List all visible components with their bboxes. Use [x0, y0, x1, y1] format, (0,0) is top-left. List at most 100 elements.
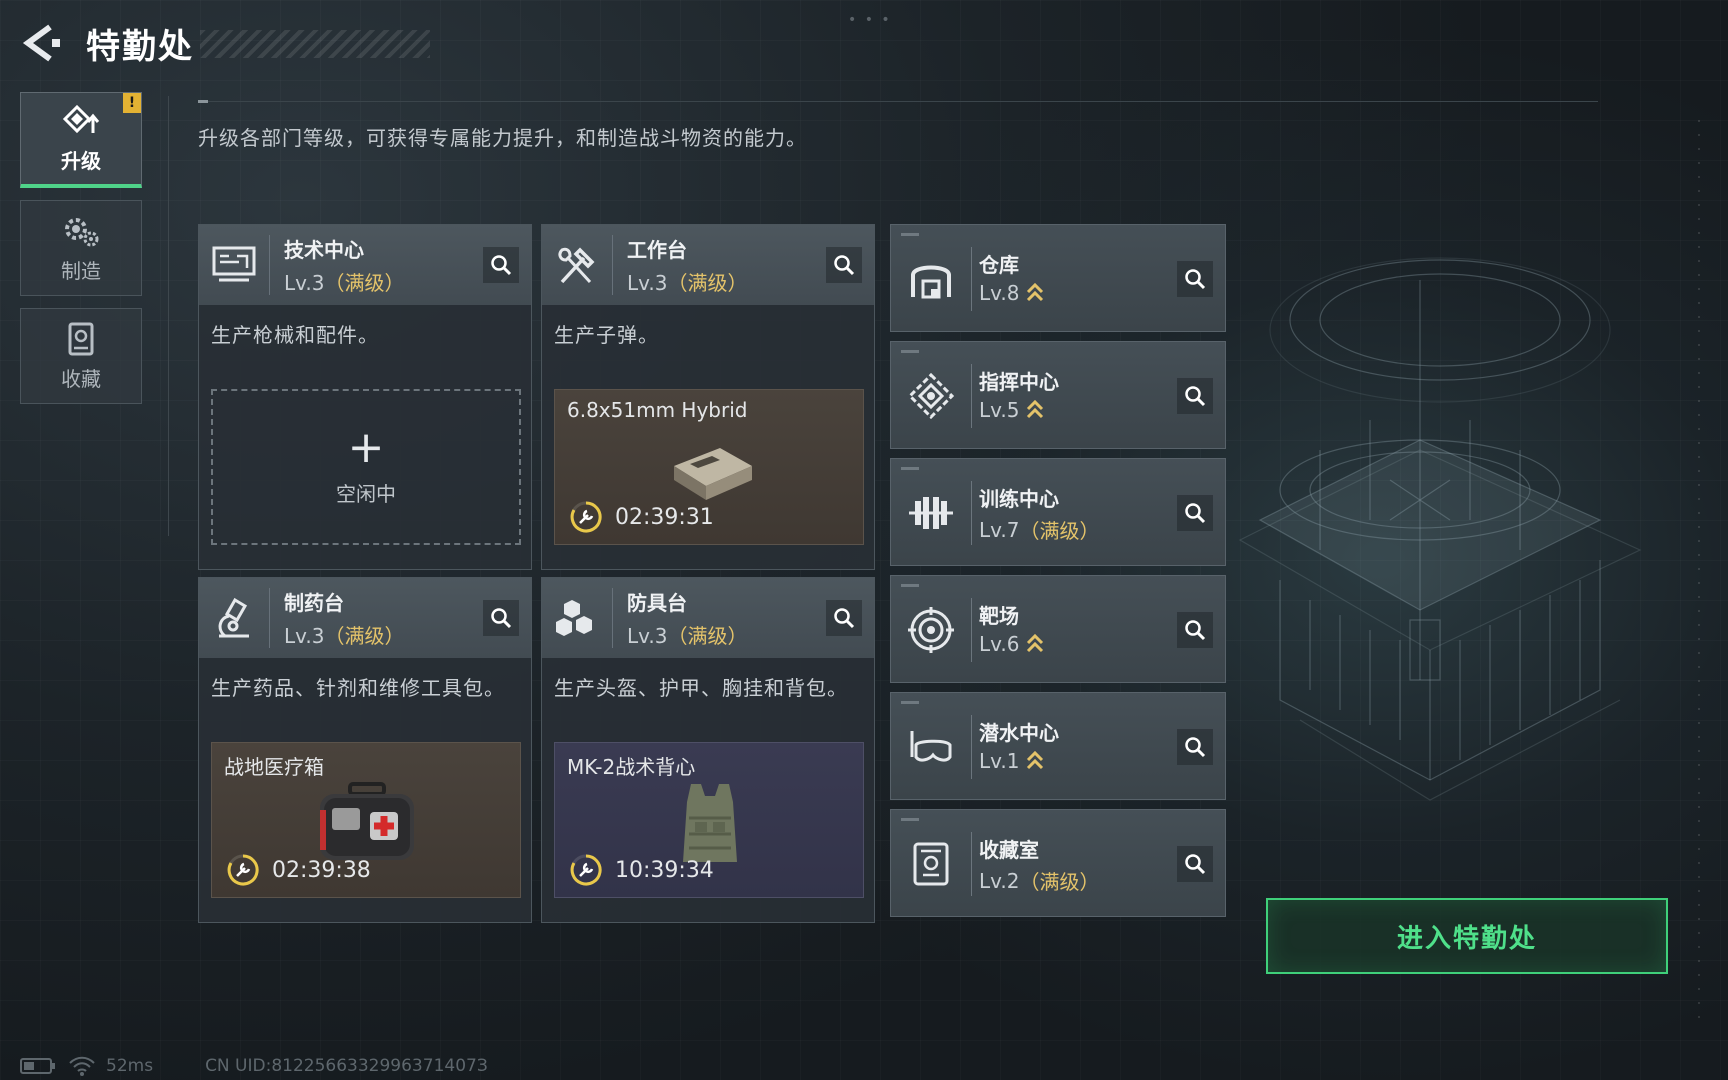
- dept-separator: [269, 235, 270, 295]
- back-arrow-icon: [22, 24, 60, 62]
- tools-icon: [542, 225, 612, 305]
- level-value: Lv.2: [979, 868, 1020, 893]
- production-timer: 02:39:31: [569, 500, 714, 534]
- search-icon: [1185, 503, 1206, 524]
- inspect-button[interactable]: [1177, 612, 1213, 648]
- facility-separator: [971, 832, 972, 896]
- top-drag-handle: • • •: [848, 12, 892, 28]
- dept-name: 防具台: [627, 591, 687, 615]
- dept-name: 技术中心: [284, 238, 364, 262]
- dept-header[interactable]: 制药台 Lv.3（满级）: [199, 578, 531, 658]
- wrench-timer-icon: [570, 501, 602, 533]
- facility-level: Lv.7 （满级）: [979, 515, 1100, 544]
- right-edge-ticks: [1698, 120, 1700, 1020]
- facility-shooting-range[interactable]: 靶场 Lv.6: [890, 575, 1226, 683]
- inspect-button[interactable]: [1177, 495, 1213, 531]
- timer-value: 10:39:34: [615, 857, 714, 883]
- production-slot[interactable]: 战地医疗箱 02:39:38: [211, 742, 521, 898]
- tab-upgrade-label: 升级: [61, 149, 101, 173]
- production-slot[interactable]: MK-2战术背心 10:39:34: [554, 742, 864, 898]
- facility-separator: [971, 715, 972, 779]
- dept-titles: 工作台 Lv.3（满级）: [627, 234, 748, 296]
- header: 特勤处: [20, 18, 430, 68]
- item-name: MK-2战术背心: [567, 755, 696, 779]
- inspect-button[interactable]: [1177, 729, 1213, 765]
- dept-header[interactable]: 防具台 Lv.3（满级）: [542, 578, 874, 658]
- inspect-button[interactable]: [1177, 261, 1213, 297]
- tab-craft[interactable]: 制造: [20, 200, 142, 296]
- item-name: 战地医疗箱: [224, 755, 324, 779]
- top-rule: [198, 100, 1598, 103]
- search-icon: [1185, 737, 1206, 758]
- inspect-button[interactable]: [826, 247, 862, 283]
- upgrade-available-icon: [1026, 633, 1043, 653]
- facility-command-center[interactable]: 指挥中心 Lv.5: [890, 341, 1226, 449]
- dept-description: 生产头盔、护甲、胸挂和背包。: [554, 676, 848, 700]
- inspect-button[interactable]: [1177, 846, 1213, 882]
- inspect-button[interactable]: [483, 600, 519, 636]
- dept-level: Lv.3（满级）: [627, 620, 748, 649]
- tab-collection[interactable]: 收藏: [20, 308, 142, 404]
- max-level-tag: （满级）: [667, 624, 748, 648]
- dept-name: 工作台: [627, 238, 687, 262]
- level-value: Lv.3: [627, 624, 668, 648]
- dept-card-pharmacy: 制药台 Lv.3（满级） 生产药品、针剂和维修工具包。 战地医疗箱 02:39:…: [198, 577, 532, 923]
- timer-value: 02:39:38: [272, 857, 371, 883]
- command-icon: [899, 364, 963, 428]
- wrench-timer-icon: [570, 854, 602, 886]
- max-level-tag: （满级）: [667, 271, 748, 295]
- dept-level: Lv.3（满级）: [284, 620, 405, 649]
- dept-titles: 防具台 Lv.3（满级）: [627, 587, 748, 649]
- facility-level: Lv.8: [979, 281, 1044, 305]
- max-level-tag: （满级）: [324, 624, 405, 648]
- search-icon: [1185, 854, 1206, 875]
- facility-training-center[interactable]: 训练中心 Lv.7 （满级）: [890, 458, 1226, 566]
- inspect-button[interactable]: [483, 247, 519, 283]
- facility-name: 潜水中心: [979, 721, 1059, 745]
- inspect-button[interactable]: [1177, 378, 1213, 414]
- facility-separator: [971, 364, 972, 428]
- title-hatch-decoration: [200, 30, 430, 58]
- back-button[interactable]: [20, 21, 64, 65]
- page-description: 升级各部门等级，可获得专属能力提升，和制造战斗物资的能力。: [198, 126, 807, 150]
- inspect-button[interactable]: [826, 600, 862, 636]
- search-icon: [1185, 386, 1206, 407]
- search-icon: [1185, 269, 1206, 290]
- level-value: Lv.7: [979, 517, 1020, 542]
- facility-warehouse[interactable]: 仓库 Lv.8: [890, 224, 1226, 332]
- facility-blueprint-art: [1238, 257, 1642, 801]
- level-value: Lv.6: [979, 632, 1020, 656]
- search-icon: [491, 608, 512, 629]
- production-timer: 02:39:38: [226, 853, 371, 887]
- warehouse-icon: [899, 247, 963, 311]
- enter-button-label: 进入特勤处: [1396, 923, 1537, 954]
- facility-collection-room[interactable]: 收藏室 Lv.2 （满级）: [890, 809, 1226, 917]
- add-icon: +: [347, 421, 385, 473]
- level-value: Lv.3: [284, 624, 325, 648]
- facility-diving-center[interactable]: 潜水中心 Lv.1: [890, 692, 1226, 800]
- level-value: Lv.1: [979, 749, 1020, 773]
- max-level-tag: （满级）: [324, 271, 405, 295]
- dept-separator: [269, 588, 270, 648]
- timer-value: 02:39:31: [615, 504, 714, 530]
- page-title: 特勤处: [86, 26, 194, 67]
- enter-special-ops-button[interactable]: 进入特勤处: [1266, 898, 1668, 974]
- user-uid: CN UID:8122566332996371407З: [205, 1056, 488, 1076]
- facility-name: 靶场: [979, 604, 1019, 628]
- facility-separator: [971, 598, 972, 662]
- dept-level: Lv.3（满级）: [284, 267, 405, 296]
- tab-upgrade[interactable]: ! 升级: [20, 92, 142, 188]
- upgrade-available-icon: [1026, 282, 1043, 302]
- diving-mask-icon: [899, 715, 963, 779]
- wrench-timer-icon: [227, 854, 259, 886]
- facility-name: 收藏室: [979, 838, 1039, 862]
- dept-header[interactable]: 技术中心 Lv.3（满级）: [199, 225, 531, 305]
- gears-icon: [65, 217, 99, 246]
- tab-craft-label: 制造: [61, 258, 101, 283]
- search-icon: [834, 255, 855, 276]
- production-timer: 10:39:34: [569, 853, 714, 887]
- dept-description: 生产子弹。: [554, 323, 659, 347]
- production-slot[interactable]: 6.8x51mm Hybrid 02:39:31: [554, 389, 864, 545]
- production-slot-empty[interactable]: + 空闲中: [211, 389, 521, 545]
- dept-header[interactable]: 工作台 Lv.3（满级）: [542, 225, 874, 305]
